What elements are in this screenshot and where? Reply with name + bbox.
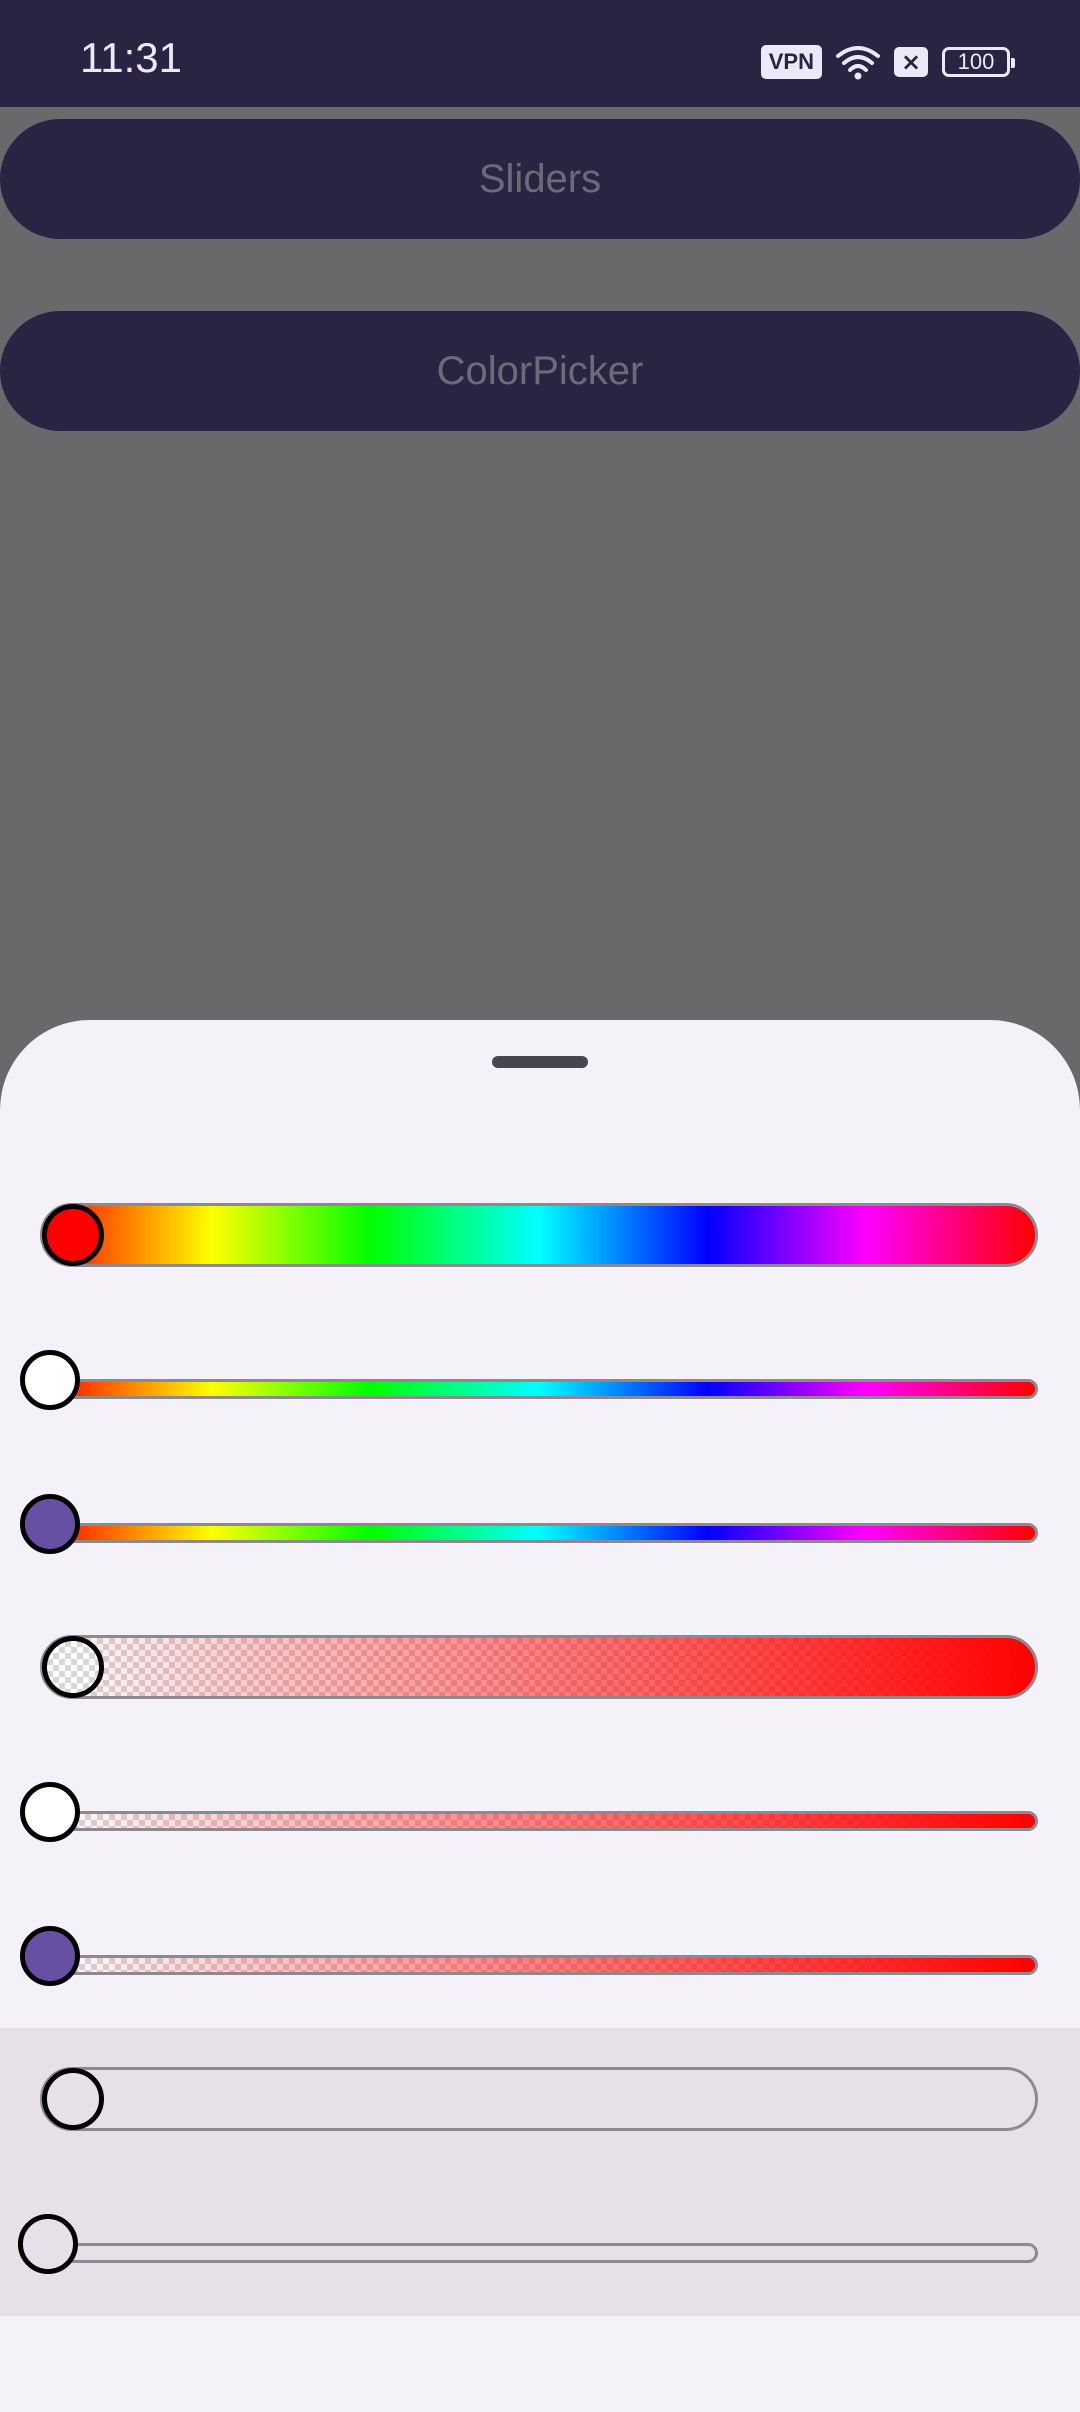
notification-blocked-icon: × xyxy=(894,47,928,77)
bottom-sheet xyxy=(0,1020,1080,2412)
status-time: 11:31 xyxy=(80,34,182,81)
alpha-slider-thin-accent-track[interactable] xyxy=(40,1955,1038,1975)
hue-slider-thin-track[interactable] xyxy=(40,1379,1038,1399)
disabled-slider-thick-thumb[interactable] xyxy=(42,2068,104,2130)
alpha-slider-thin-track[interactable] xyxy=(40,1811,1038,1831)
colorpicker-button[interactable]: ColorPicker xyxy=(0,311,1080,431)
hue-slider-thick-track[interactable] xyxy=(40,1203,1038,1267)
hue-slider-thick-thumb[interactable] xyxy=(42,1204,104,1266)
wifi-icon xyxy=(836,46,880,80)
hue-slider-thin-accent-track[interactable] xyxy=(40,1523,1038,1543)
alpha-slider-thin-thumb[interactable] xyxy=(20,1782,80,1842)
hue-slider-thin-accent-thumb[interactable] xyxy=(20,1494,80,1554)
disabled-slider-thin-thumb[interactable] xyxy=(18,2214,78,2274)
battery-icon: 100 xyxy=(942,47,1015,77)
drag-handle[interactable] xyxy=(492,1056,588,1068)
alpha-slider-thick-thumb[interactable] xyxy=(42,1636,104,1698)
disabled-slider-thin-track[interactable] xyxy=(40,2243,1038,2263)
alpha-slider-thin-accent-thumb[interactable] xyxy=(20,1926,80,1986)
disabled-slider-thick-track[interactable] xyxy=(40,2067,1038,2131)
hue-slider-thin-thumb[interactable] xyxy=(20,1350,80,1410)
status-icons: VPN × 100 xyxy=(760,44,1015,80)
vpn-icon: VPN xyxy=(760,45,822,79)
alpha-slider-thick-track[interactable] xyxy=(40,1635,1038,1699)
sliders-button[interactable]: Sliders xyxy=(0,119,1080,239)
status-bar: 11:31 VPN × 100 xyxy=(0,0,1080,107)
